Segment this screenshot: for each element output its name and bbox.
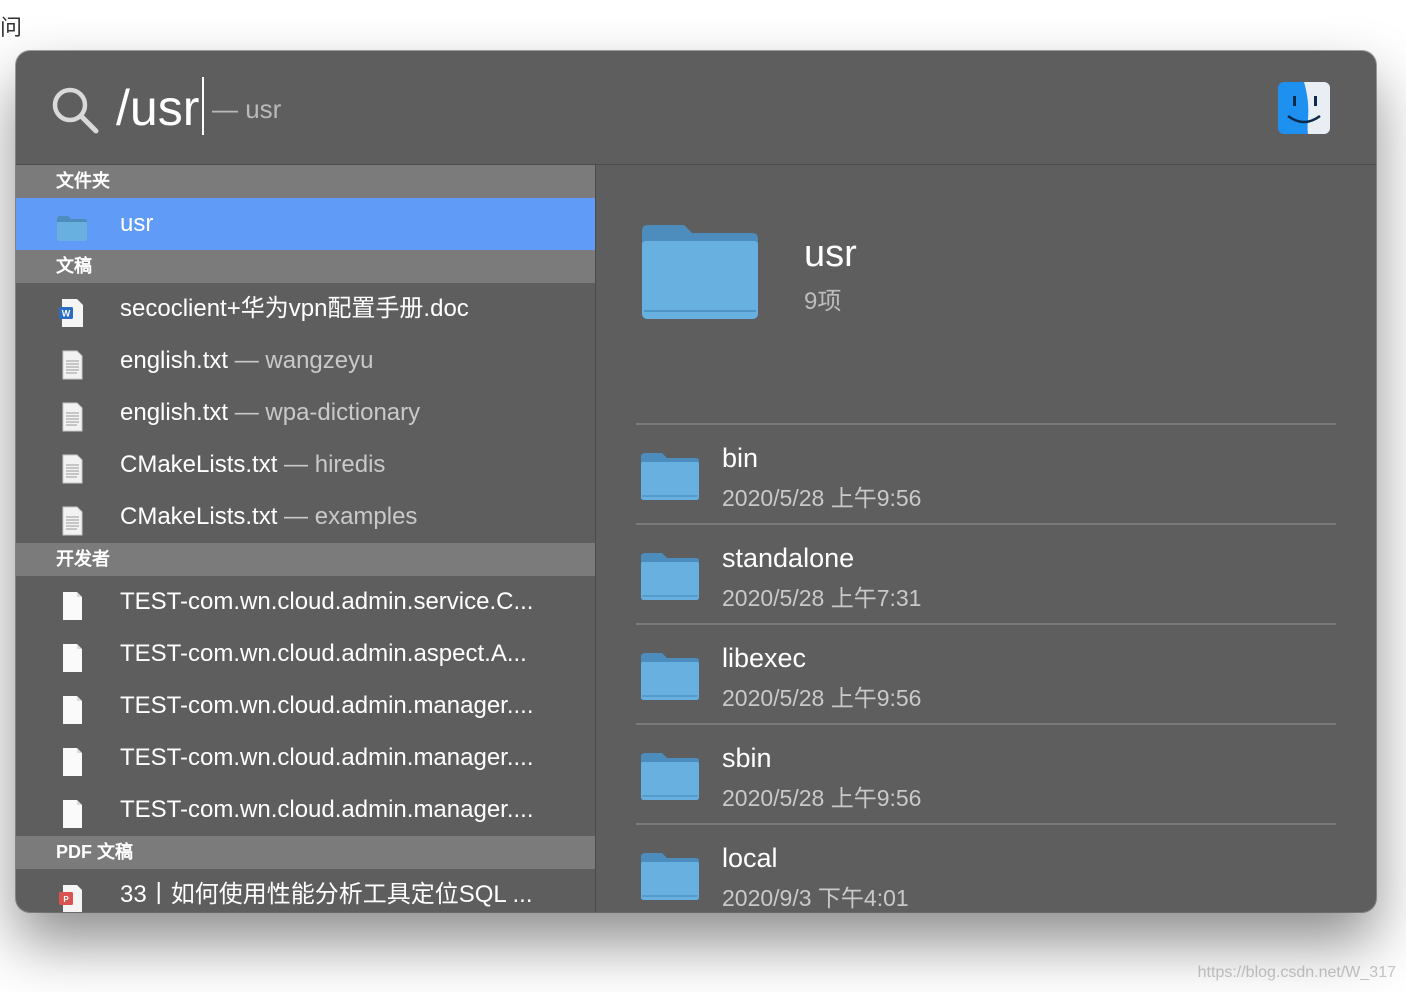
finder-icon[interactable] xyxy=(1278,82,1330,134)
result-name: 33丨如何使用性能分析工具定位SQL ... xyxy=(120,881,533,908)
result-row[interactable]: CMakeLists.txt — hiredis xyxy=(16,439,595,491)
section-header: 文稿 xyxy=(16,250,595,283)
result-name: TEST-com.wn.cloud.admin.manager.... xyxy=(120,796,534,823)
blank-file-icon xyxy=(56,796,88,828)
results-list[interactable]: 文件夹 usr 文稿 Wsecoclient+华为vpn配置手册.doc english… xyxy=(16,165,596,912)
folder-date: 2020/9/3 下午4:01 xyxy=(722,885,909,911)
folder-icon xyxy=(56,210,88,241)
text-file-icon xyxy=(56,503,88,536)
preview-folder-item[interactable]: local 2020/9/3 下午4:01 xyxy=(636,825,1336,912)
text-caret xyxy=(202,77,204,135)
folder-date: 2020/5/28 上午9:56 xyxy=(722,685,922,711)
blank-file-icon xyxy=(56,640,88,672)
preview-folder-item[interactable]: sbin 2020/5/28 上午9:56 xyxy=(636,725,1336,825)
result-row[interactable]: P 33丨如何使用性能分析工具定位SQL ... xyxy=(16,869,595,912)
folder-icon xyxy=(640,851,700,901)
result-row[interactable]: english.txt — wangzeyu xyxy=(16,335,595,387)
folder-icon xyxy=(640,751,700,801)
result-row[interactable]: english.txt — wpa-dictionary xyxy=(16,387,595,439)
result-name: secoclient+华为vpn配置手册.doc xyxy=(120,295,469,322)
folder-icon xyxy=(640,451,700,501)
watermark: https://blog.csdn.net/W_317 xyxy=(1197,964,1396,981)
folder-icon xyxy=(642,225,758,319)
blank-file-icon xyxy=(56,744,88,776)
result-name: usr xyxy=(120,210,154,237)
preview-folder-item[interactable]: libexec 2020/5/28 上午9:56 xyxy=(636,625,1336,725)
folder-date: 2020/5/28 上午7:31 xyxy=(722,585,922,611)
folder-date: 2020/5/28 上午9:56 xyxy=(722,785,922,811)
text-file-icon xyxy=(56,347,88,380)
result-row[interactable]: TEST-com.wn.cloud.admin.service.C... xyxy=(16,576,595,628)
spotlight-window: /usr — usr 文件夹 usr 文稿 Wsecoclient+华为vpn配置手册… xyxy=(16,51,1376,912)
folder-date: 2020/5/28 上午9:56 xyxy=(722,485,922,511)
result-name: TEST-com.wn.cloud.admin.service.C... xyxy=(120,588,534,615)
result-name: english.txt xyxy=(120,399,229,426)
result-row[interactable]: TEST-com.wn.cloud.admin.aspect.A... xyxy=(16,628,595,680)
pdf-icon: P xyxy=(56,881,88,912)
result-name: TEST-com.wn.cloud.admin.aspect.A... xyxy=(120,640,527,667)
result-location: — wpa-dictionary xyxy=(234,399,421,426)
text-file-icon xyxy=(56,451,88,484)
result-row[interactable]: TEST-com.wn.cloud.admin.manager.... xyxy=(16,784,595,836)
folder-name: libexec xyxy=(722,643,807,673)
blank-file-icon xyxy=(56,692,88,724)
folder-name: sbin xyxy=(722,743,772,773)
result-row[interactable]: CMakeLists.txt — examples xyxy=(16,491,595,543)
section-header: 开发者 xyxy=(16,543,595,576)
word-doc-icon: W xyxy=(56,295,88,327)
result-row[interactable]: Wsecoclient+华为vpn配置手册.doc xyxy=(16,283,595,335)
result-row[interactable]: usr xyxy=(16,198,595,250)
section-header: PDF 文稿 xyxy=(16,836,595,869)
svg-text:W: W xyxy=(62,309,71,319)
result-name: english.txt xyxy=(120,347,229,374)
result-name: CMakeLists.txt xyxy=(120,451,278,478)
result-location: — hiredis xyxy=(284,451,386,478)
preview-pane: usr 9项 bin 2020/5/28 上午9:56 standalone 2020… xyxy=(596,165,1376,912)
preview-folder-item[interactable]: bin 2020/5/28 上午9:56 xyxy=(636,425,1336,525)
folder-icon xyxy=(640,551,700,601)
search-completion-hint: — usr xyxy=(212,94,282,124)
preview-item-count: 9项 xyxy=(804,288,842,315)
folder-icon xyxy=(640,651,700,701)
search-bar: /usr — usr xyxy=(16,51,1376,165)
result-location: — wangzeyu xyxy=(234,347,374,374)
background-window-text: 问 xyxy=(0,15,23,40)
folder-name: standalone xyxy=(722,543,855,573)
result-name: TEST-com.wn.cloud.admin.manager.... xyxy=(120,692,534,719)
result-row[interactable]: TEST-com.wn.cloud.admin.manager.... xyxy=(16,732,595,784)
folder-name: bin xyxy=(722,443,759,473)
result-row[interactable]: TEST-com.wn.cloud.admin.manager.... xyxy=(16,680,595,732)
section-header: 文件夹 xyxy=(16,165,595,198)
text-file-icon xyxy=(56,399,88,432)
blank-file-icon xyxy=(56,588,88,620)
folder-name: local xyxy=(722,843,778,873)
search-icon xyxy=(52,87,99,134)
search-input[interactable]: /usr xyxy=(116,78,199,138)
preview-title: usr xyxy=(804,233,857,275)
svg-text:P: P xyxy=(63,895,69,904)
result-location: — examples xyxy=(284,503,418,530)
preview-folder-item[interactable]: standalone 2020/5/28 上午7:31 xyxy=(636,525,1336,625)
result-name: CMakeLists.txt xyxy=(120,503,278,530)
result-name: TEST-com.wn.cloud.admin.manager.... xyxy=(120,744,534,771)
